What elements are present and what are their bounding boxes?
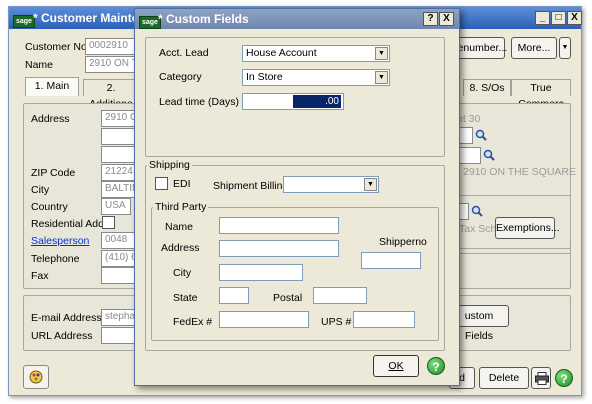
more-dropdown-button[interactable]: ▼: [559, 37, 571, 59]
ship-to-hint: et 30: [457, 113, 481, 125]
custom-fields-dialog: sage * Custom Fields ? X Acct. Lead Hous…: [134, 8, 460, 386]
name-label: Name: [165, 221, 194, 233]
dialog-help-button[interactable]: ?: [423, 12, 438, 26]
address-line2-field[interactable]: [101, 128, 137, 145]
fax-field[interactable]: [101, 267, 137, 284]
exemptions-button[interactable]: Exemptions...: [495, 217, 560, 239]
magnifier-icon[interactable]: [475, 129, 487, 141]
edi-checkbox[interactable]: [155, 177, 168, 190]
category-select[interactable]: In Store ▼: [242, 69, 390, 86]
fedex-field[interactable]: [219, 311, 309, 328]
ship-to-name: 2910 ON THE SQUARE: [463, 166, 577, 178]
third-party-label: Third Party: [153, 201, 209, 213]
shipperno-field[interactable]: [361, 252, 421, 269]
third-party-name-field[interactable]: [219, 217, 339, 234]
maximize-button[interactable]: □: [551, 11, 566, 25]
telephone-field[interactable]: (410) 67: [101, 250, 137, 267]
lead-time-value: .00: [293, 95, 341, 108]
customer-no-label: Customer No.: [25, 41, 90, 53]
shipping-label: Shipping: [147, 159, 192, 171]
shipment-billing-label: Shipment Billing: [213, 180, 289, 192]
residential-address-checkbox[interactable]: [102, 216, 115, 229]
acct-lead-value: House Account: [246, 47, 317, 59]
options-button[interactable]: [23, 365, 49, 389]
tax-sch-label: Tax Sch: [459, 223, 497, 235]
email-label: E-mail Address: [31, 312, 102, 324]
address-line1-field[interactable]: 2910 O: [101, 110, 137, 127]
lead-time-field[interactable]: .00: [242, 93, 344, 110]
customer-no-field[interactable]: 0002910: [85, 38, 135, 55]
more-button[interactable]: More...: [511, 37, 557, 59]
ups-field[interactable]: [353, 311, 415, 328]
name-label: Name: [25, 59, 54, 71]
ok-label: OK: [388, 360, 404, 372]
state-label: State: [173, 292, 198, 304]
city-label: City: [31, 184, 50, 196]
print-button[interactable]: [531, 367, 551, 389]
help-icon[interactable]: ?: [555, 369, 573, 387]
zip-code-label: ZIP Code: [31, 167, 76, 179]
fedex-label: FedEx #: [173, 316, 213, 328]
country-label: Country: [31, 201, 68, 213]
category-value: In Store: [246, 71, 283, 83]
help-icon[interactable]: ?: [427, 357, 445, 375]
salesperson-field[interactable]: 0048: [101, 232, 137, 249]
delete-button[interactable]: Delete: [479, 367, 529, 389]
fax-label: Fax: [31, 270, 49, 282]
email-field[interactable]: stephan: [101, 309, 137, 326]
shipment-billing-select[interactable]: ▼: [283, 176, 379, 193]
chevron-down-icon: ▼: [375, 47, 388, 60]
minimize-button[interactable]: _: [535, 11, 550, 25]
tab-main[interactable]: 1. Main: [25, 77, 79, 96]
shipperno-label: Shipperno: [379, 236, 427, 248]
salesperson-link[interactable]: Salesperson: [31, 235, 89, 247]
chevron-down-icon: ▼: [364, 178, 377, 191]
close-button[interactable]: X: [567, 11, 582, 25]
address-line3-field[interactable]: [101, 146, 137, 163]
acct-lead-label: Acct. Lead: [159, 47, 209, 59]
tab-sos[interactable]: 8. S/Os: [463, 79, 511, 96]
dialog-close-button[interactable]: X: [439, 12, 454, 26]
palette-icon: [29, 370, 43, 384]
third-party-address-field[interactable]: [219, 240, 339, 257]
postal-label: Postal: [273, 292, 303, 304]
magnifier-icon[interactable]: [471, 205, 483, 217]
edi-label: EDI: [173, 178, 191, 190]
lead-time-label: Lead time (Days): [159, 96, 239, 108]
right-group: [449, 253, 571, 289]
zip-code-field[interactable]: 21224: [101, 164, 137, 181]
third-party-state-field[interactable]: [219, 287, 249, 304]
ok-button[interactable]: OK: [373, 355, 419, 377]
dialog-title: * Custom Fields: [158, 12, 249, 26]
address-label: Address: [31, 113, 70, 125]
third-party-city-field[interactable]: [219, 264, 303, 281]
magnifier-icon[interactable]: [483, 149, 495, 161]
printer-icon: [535, 372, 549, 385]
country-field[interactable]: USA: [101, 198, 131, 215]
category-label: Category: [159, 71, 202, 83]
name-field[interactable]: 2910 ON TH: [85, 56, 135, 73]
sage-logo: sage: [13, 15, 35, 28]
telephone-label: Telephone: [31, 253, 80, 265]
city-field[interactable]: BALTIM: [101, 181, 137, 198]
tab-true-commerce[interactable]: True Commerc: [511, 79, 571, 110]
third-party-postal-field[interactable]: [313, 287, 367, 304]
tab-additional[interactable]: 2. Additiona: [83, 79, 139, 110]
ups-label: UPS #: [321, 316, 352, 328]
city-label: City: [173, 267, 192, 279]
address-label: Address: [161, 242, 200, 254]
acct-lead-select[interactable]: House Account ▼: [242, 45, 390, 62]
chevron-down-icon: ▼: [375, 71, 388, 84]
dialog-titlebar: sage * Custom Fields ? X: [135, 9, 459, 29]
url-field[interactable]: [101, 327, 137, 344]
residential-address-label: Residential Addr: [31, 218, 108, 230]
url-label: URL Address: [31, 330, 93, 342]
